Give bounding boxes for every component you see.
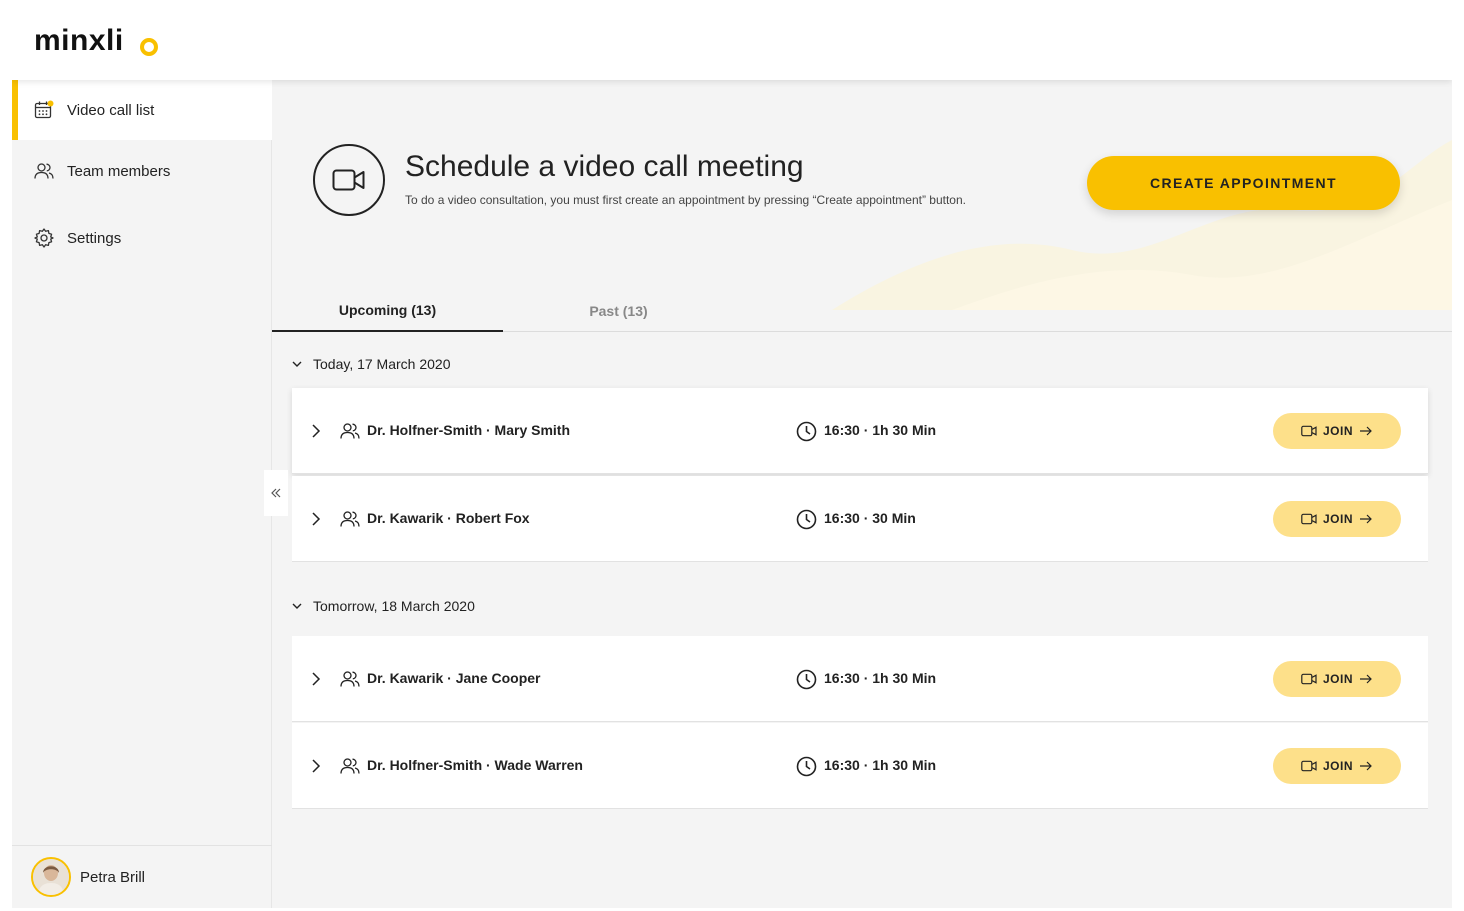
main-content: Schedule a video call meeting To do a vi… — [272, 80, 1452, 908]
join-label: JOIN — [1322, 759, 1353, 773]
group-header-today[interactable]: Today, 17 March 2020 — [290, 354, 451, 374]
page-title: Schedule a video call meeting — [405, 150, 804, 183]
video-camera-icon — [1301, 425, 1317, 437]
tab-bar: Upcoming (13) Past (13) — [272, 290, 1452, 332]
join-label: JOIN — [1322, 424, 1353, 438]
user-name: Petra Brill — [80, 868, 146, 886]
participant-names: Dr. Holfner-Smith · Mary Smith — [367, 422, 571, 438]
people-icon — [340, 511, 360, 527]
sidebar-item-label: Team members — [67, 162, 171, 180]
group-header-tomorrow[interactable]: Tomorrow, 18 March 2020 — [290, 596, 475, 616]
collapse-sidebar-button[interactable] — [264, 470, 288, 516]
video-camera-icon — [1301, 513, 1317, 525]
appointment-row[interactable]: Dr. Holfner-Smith · Wade Warren 16:30 · … — [292, 723, 1428, 809]
create-appointment-button[interactable]: CREATE APPOINTMENT — [1087, 156, 1400, 210]
sidebar: Video call list Team members Settings Pe… — [12, 80, 272, 908]
arrow-right-icon — [1360, 674, 1372, 684]
group-date-label: Today, 17 March 2020 — [313, 356, 451, 372]
video-camera-badge — [313, 144, 385, 216]
appointment-row[interactable]: Dr. Holfner-Smith · Mary Smith 16:30 · 1… — [292, 388, 1428, 474]
page-subtitle: To do a video consultation, you must fir… — [405, 193, 966, 207]
user-profile[interactable]: Petra Brill — [12, 845, 272, 908]
sidebar-item-label: Video call list — [67, 101, 155, 119]
sidebar-item-settings[interactable]: Settings — [12, 208, 272, 268]
avatar[interactable] — [31, 857, 71, 897]
people-icon — [340, 758, 360, 774]
video-camera-icon — [1301, 673, 1317, 685]
app-window: minxli Video call list Team members Sett… — [12, 8, 1452, 908]
video-camera-icon — [332, 169, 365, 191]
appointment-time: 16:30 · 1h 30 Min — [824, 757, 937, 773]
sidebar-item-team-members[interactable]: Team members — [12, 141, 272, 201]
clock-icon — [796, 756, 817, 777]
video-camera-icon — [1301, 760, 1317, 772]
join-label: JOIN — [1322, 672, 1353, 686]
chevron-right-icon[interactable] — [308, 671, 324, 687]
people-icon — [340, 671, 360, 687]
top-bar: minxli — [12, 8, 1452, 80]
avatar-image — [33, 859, 69, 895]
join-button[interactable]: JOIN — [1273, 661, 1401, 697]
arrow-right-icon — [1360, 514, 1372, 524]
clock-icon — [796, 669, 817, 690]
appointment-time: 16:30 · 30 Min — [824, 510, 916, 526]
appointment-time: 16:30 · 1h 30 Min — [824, 670, 937, 686]
chevron-down-icon — [292, 361, 302, 367]
chevron-right-icon[interactable] — [308, 758, 324, 774]
arrow-right-icon — [1360, 426, 1372, 436]
join-button[interactable]: JOIN — [1273, 501, 1401, 537]
sidebar-item-label: Settings — [67, 229, 122, 247]
calendar-icon — [34, 100, 54, 119]
arrow-right-icon — [1360, 761, 1372, 771]
gear-icon — [34, 228, 54, 248]
participant-names: Dr. Kawarik · Robert Fox — [367, 510, 530, 526]
chevron-right-icon[interactable] — [308, 511, 324, 527]
tab-upcoming[interactable]: Upcoming (13) — [272, 290, 503, 332]
people-icon — [34, 163, 54, 179]
logo[interactable]: minxli — [34, 24, 124, 58]
clock-icon — [796, 509, 817, 530]
group-date-label: Tomorrow, 18 March 2020 — [313, 598, 475, 614]
join-button[interactable]: JOIN — [1273, 413, 1401, 449]
appointment-row[interactable]: Dr. Kawarik · Jane Cooper 16:30 · 1h 30 … — [292, 636, 1428, 722]
participant-names: Dr. Holfner-Smith · Wade Warren — [367, 757, 583, 773]
join-button[interactable]: JOIN — [1273, 748, 1401, 784]
clock-icon — [796, 421, 817, 442]
chevron-right-icon[interactable] — [308, 423, 324, 439]
join-label: JOIN — [1322, 512, 1353, 526]
people-icon — [340, 423, 360, 439]
appointment-time: 16:30 · 1h 30 Min — [824, 422, 937, 438]
appointment-row[interactable]: Dr. Kawarik · Robert Fox 16:30 · 30 Min … — [292, 476, 1428, 562]
sidebar-item-video-call-list[interactable]: Video call list — [12, 80, 272, 140]
tab-past[interactable]: Past (13) — [503, 290, 734, 332]
double-chevron-left-icon — [271, 488, 281, 498]
chevron-down-icon — [292, 603, 302, 609]
logo-dot-icon — [140, 38, 158, 56]
participant-names: Dr. Kawarik · Jane Cooper — [367, 670, 541, 686]
